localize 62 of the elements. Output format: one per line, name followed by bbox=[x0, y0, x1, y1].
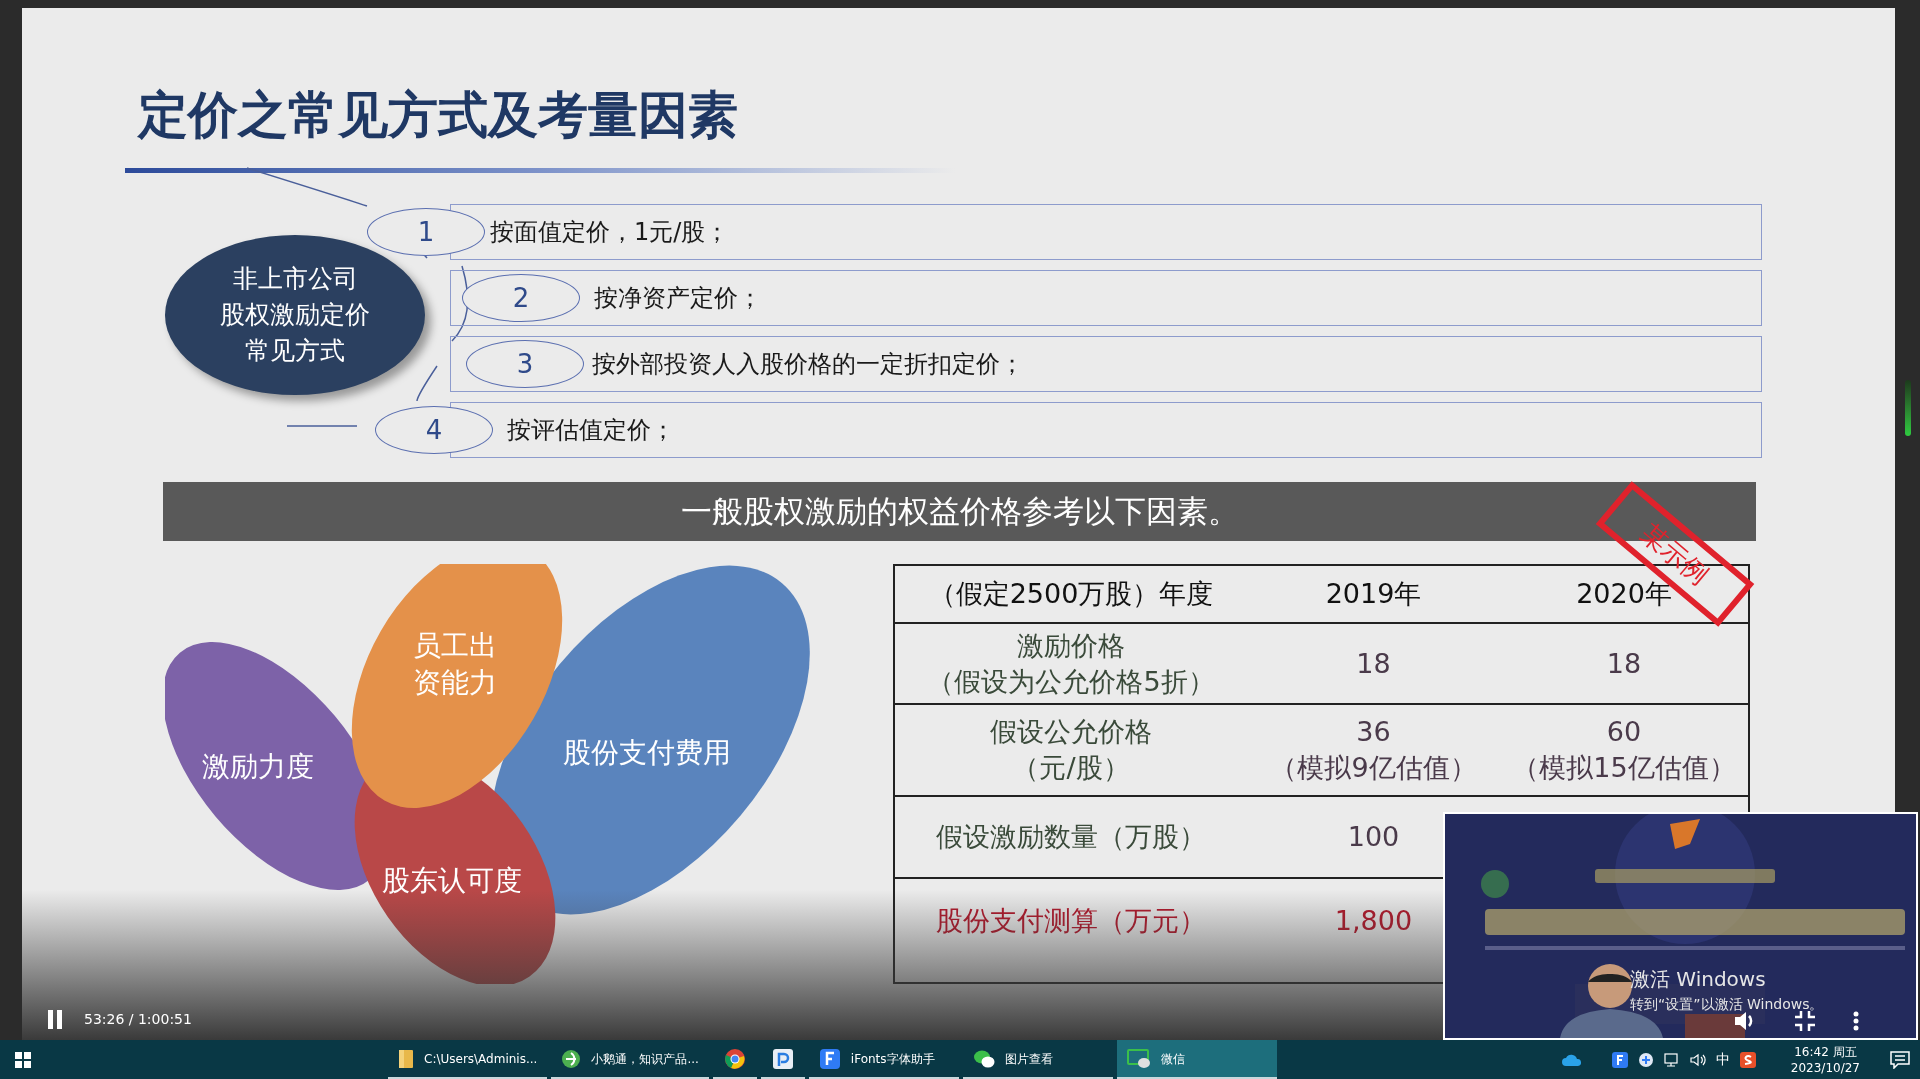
method-text: 按净资产定价； bbox=[594, 283, 762, 314]
pen-icon bbox=[771, 1047, 794, 1070]
table-cell-text: 60 bbox=[1606, 715, 1642, 749]
taskbar-app[interactable]: C:\Users\Adminis... bbox=[388, 1040, 548, 1079]
table-cell-text: 假设公允价格 bbox=[990, 715, 1152, 749]
table-cell-text: 18 bbox=[1606, 646, 1642, 681]
table-cell-text: （模拟15亿估值） bbox=[1512, 751, 1736, 785]
connector-line bbox=[286, 425, 358, 427]
activation-subtitle: 转到“设置”以激活 Windows。 bbox=[1630, 995, 1824, 1014]
chat-window-icon bbox=[1126, 1048, 1151, 1069]
taskbar-app[interactable]: 微信 bbox=[1116, 1040, 1277, 1079]
folder-icon bbox=[398, 1048, 414, 1069]
notification-icon[interactable] bbox=[1890, 1050, 1910, 1069]
clock-date[interactable]: 2023/10/27 bbox=[1790, 1059, 1860, 1076]
letter-f-icon bbox=[818, 1047, 841, 1070]
clock-time[interactable]: 16:42 周五 bbox=[1794, 1043, 1857, 1060]
table-cell-text: （模拟9亿估值） bbox=[1270, 751, 1477, 785]
table-cell-text: 18 bbox=[1356, 646, 1391, 681]
round-browser-icon bbox=[723, 1047, 746, 1070]
chat-bubbles-icon bbox=[972, 1048, 995, 1069]
column-header: 2019年 bbox=[1324, 576, 1423, 611]
column-header: 2020年 bbox=[1575, 576, 1673, 611]
method-text: 按面值定价，1元/股； bbox=[490, 217, 730, 248]
table-cell-text: 假设激励数量（万股） bbox=[936, 820, 1206, 854]
number-bubble: 2 bbox=[462, 274, 580, 322]
method-text: 按外部投资人入股价格的一定折扣定价； bbox=[592, 349, 1024, 380]
activation-title: 激活 Windows bbox=[1630, 966, 1767, 993]
table-cell-text: 36 bbox=[1356, 715, 1391, 749]
letter-f-icon[interactable] bbox=[1611, 1051, 1628, 1068]
playback-time: 53:26 / 1:00:51 bbox=[84, 1010, 192, 1029]
speaker-icon[interactable] bbox=[1689, 1051, 1706, 1068]
scroll-indicator bbox=[1905, 380, 1911, 436]
taskbar-app[interactable]: 小鹅通，知识产品... bbox=[551, 1040, 709, 1079]
category-label: 非上市公司 bbox=[232, 263, 358, 295]
category-label: 股权激励定价 bbox=[220, 299, 370, 331]
cloud-icon[interactable] bbox=[1561, 1053, 1582, 1066]
number-bubble: 3 bbox=[466, 340, 584, 388]
method-text: 按评估值定价； bbox=[507, 415, 675, 446]
category-label: 常见方式 bbox=[245, 335, 345, 367]
table-cell-text: （元/股） bbox=[1012, 751, 1130, 785]
slide-title: 定价之常见方式及考量因素 bbox=[138, 85, 738, 145]
factor-label: 员工出 资能力 bbox=[413, 629, 497, 699]
taskbar-app[interactable]: 图片查看 bbox=[962, 1040, 1113, 1079]
table-cell-text: 激励价格 bbox=[1017, 628, 1125, 663]
banner-text: 一般股权激励的权益价格参考以下因素。 bbox=[680, 492, 1239, 532]
exit-fullscreen-icon[interactable] bbox=[1795, 1011, 1815, 1031]
factor-label: 股东认可度 bbox=[382, 864, 522, 897]
windows-start-icon[interactable] bbox=[15, 1051, 31, 1068]
connector-line bbox=[416, 365, 438, 402]
input-method-indicator[interactable]: 中 bbox=[1715, 1049, 1730, 1070]
more-options-icon[interactable] bbox=[1853, 1011, 1859, 1031]
table-cell-text: 股份支付测算（万元） bbox=[936, 903, 1206, 938]
table-cell-text: （假设为公允价格5折） bbox=[927, 664, 1215, 699]
pause-icon[interactable] bbox=[48, 1010, 62, 1029]
taskbar-app[interactable]: iFonts字体助手 bbox=[808, 1040, 959, 1079]
number-bubble: 4 bbox=[375, 406, 493, 454]
table-cell-text: 1,800 bbox=[1334, 903, 1413, 938]
factor-label: 股份支付费用 bbox=[563, 736, 731, 769]
column-header: （假定2500万股）年度 bbox=[927, 576, 1215, 611]
factor-label: 激励力度 bbox=[202, 750, 314, 783]
table-cell-text: 100 bbox=[1347, 820, 1400, 854]
letter-s-icon[interactable] bbox=[1739, 1051, 1756, 1068]
